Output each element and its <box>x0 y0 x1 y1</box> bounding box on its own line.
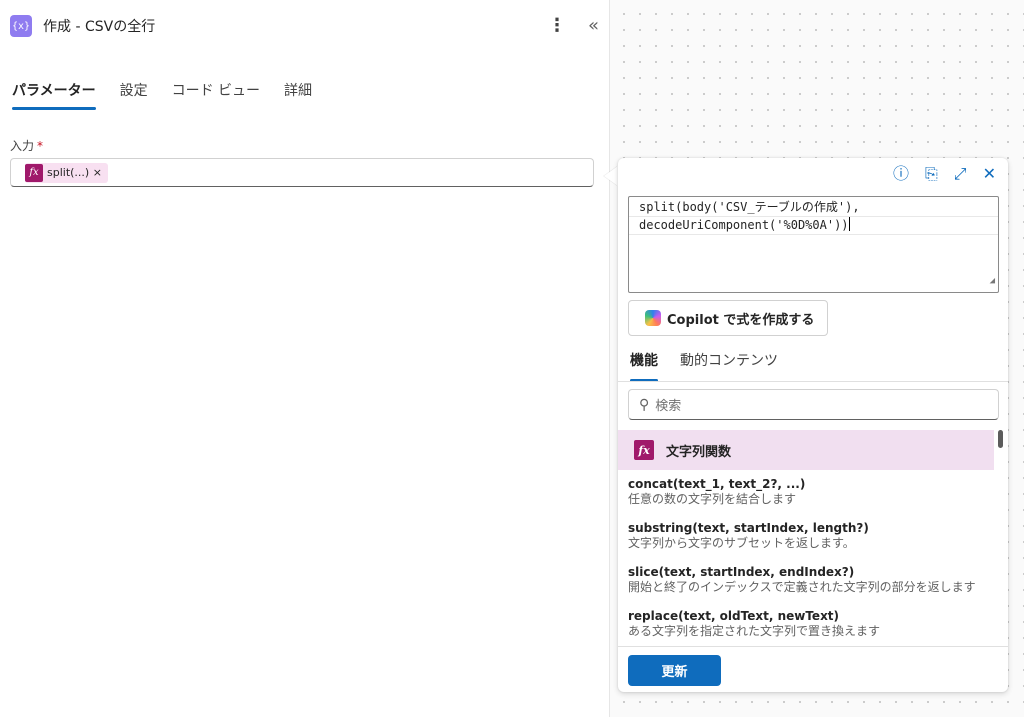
expression-token-text[interactable]: split(...) × <box>47 166 102 179</box>
copilot-button-label: Copilot で式を作成する <box>667 312 815 328</box>
header-actions: ⋮ « <box>548 14 599 38</box>
panel-header: {x} 作成 - CSVの全行 ⋮ « <box>10 14 599 38</box>
function-search-input[interactable]: ⚲ 検索 <box>628 389 999 420</box>
tab-code-view[interactable]: コード ビュー <box>172 80 260 110</box>
function-icon: fx <box>634 440 654 460</box>
category-label: 文字列関数 <box>666 444 732 460</box>
function-item-slice[interactable]: slice(text, startIndex, endIndex?) 開始と終了… <box>618 558 994 602</box>
function-signature: slice(text, startIndex, endIndex?) <box>628 565 855 579</box>
search-icon: ⚲ <box>639 396 650 413</box>
copilot-create-expression-button[interactable]: Copilot で式を作成する <box>628 300 828 336</box>
search-placeholder: 検索 <box>655 399 682 414</box>
function-icon: fx <box>25 163 43 182</box>
function-item-concat[interactable]: concat(text_1, text_2?, ...) 任意の数の文字列を結合… <box>618 470 994 514</box>
expression-editor[interactable]: split(body('CSV_テーブルの作成'), decodeUriComp… <box>628 196 999 293</box>
scrollbar-thumb[interactable] <box>998 430 1003 448</box>
footer-divider <box>618 646 1008 647</box>
paste-icon[interactable]: ⎘ <box>925 164 938 184</box>
collapse-panel-icon[interactable]: « <box>588 14 599 38</box>
input-field-label: 入力 * <box>10 137 43 154</box>
text-caret <box>848 217 850 231</box>
tab-settings[interactable]: 設定 <box>120 80 148 110</box>
close-icon[interactable]: ✕ <box>983 164 996 184</box>
function-list: fx 文字列関数 concat(text_1, text_2?, ...) 任意… <box>618 430 994 646</box>
action-title[interactable]: 作成 - CSVの全行 <box>43 16 155 36</box>
expression-tabs: 機能 動的コンテンツ <box>630 350 778 382</box>
expression-line-2-wrap: decodeUriComponent('%0D%0A')) <box>629 216 998 235</box>
expand-icon[interactable]: ⤢ <box>954 164 967 184</box>
more-options-icon[interactable]: ⋮ <box>548 14 566 38</box>
popup-toolbar: ⓘ ⎘ ⤢ ✕ <box>893 164 996 184</box>
input-field[interactable]: fx split(...) × <box>10 158 594 187</box>
function-signature: replace(text, oldText, newText) <box>628 609 840 623</box>
input-label-text: 入力 <box>10 139 35 153</box>
tab-functions[interactable]: 機能 <box>630 350 658 382</box>
function-list-scrollbar[interactable] <box>997 430 1003 646</box>
function-description: 任意の数の文字列を結合します <box>628 492 797 506</box>
function-signature: substring(text, startIndex, length?) <box>628 521 869 535</box>
function-item-substring[interactable]: substring(text, startIndex, length?) 文字列… <box>618 514 994 558</box>
expression-editor-popup: ⓘ ⎘ ⤢ ✕ split(body('CSV_テーブルの作成'), decod… <box>618 158 1008 692</box>
tab-dynamic-content[interactable]: 動的コンテンツ <box>680 350 778 382</box>
copilot-icon <box>645 310 661 326</box>
category-header-string-functions[interactable]: fx 文字列関数 <box>618 430 994 470</box>
resize-grip-icon[interactable]: ◢ <box>990 273 995 290</box>
function-signature: concat(text_1, text_2?, ...) <box>628 477 806 491</box>
required-mark: * <box>37 139 44 153</box>
expression-line-2: decodeUriComponent('%0D%0A')) <box>639 218 849 232</box>
action-properties-panel: {x} 作成 - CSVの全行 ⋮ « パラメーター 設定 コード ビュー 詳細… <box>0 0 610 717</box>
panel-tabs: パラメーター 設定 コード ビュー 詳細 <box>12 80 312 110</box>
expression-line-1: split(body('CSV_テーブルの作成'), <box>639 200 860 214</box>
function-description: 開始と終了のインデックスで定義された文字列の部分を返します <box>628 580 976 594</box>
expression-token[interactable]: fx split(...) × <box>25 162 108 183</box>
compose-action-icon: {x} <box>10 15 32 37</box>
tab-parameters[interactable]: パラメーター <box>12 80 96 110</box>
tab-details[interactable]: 詳細 <box>284 80 312 110</box>
function-item-replace[interactable]: replace(text, oldText, newText) ある文字列を指定… <box>618 602 994 646</box>
tabs-divider <box>618 381 1008 382</box>
popup-pointer <box>604 166 618 186</box>
function-description: 文字列から文字のサブセットを返します。 <box>628 536 855 550</box>
update-button[interactable]: 更新 <box>628 655 721 686</box>
function-description: ある文字列を指定された文字列で置き換えます <box>628 624 881 638</box>
info-icon[interactable]: ⓘ <box>893 164 909 184</box>
